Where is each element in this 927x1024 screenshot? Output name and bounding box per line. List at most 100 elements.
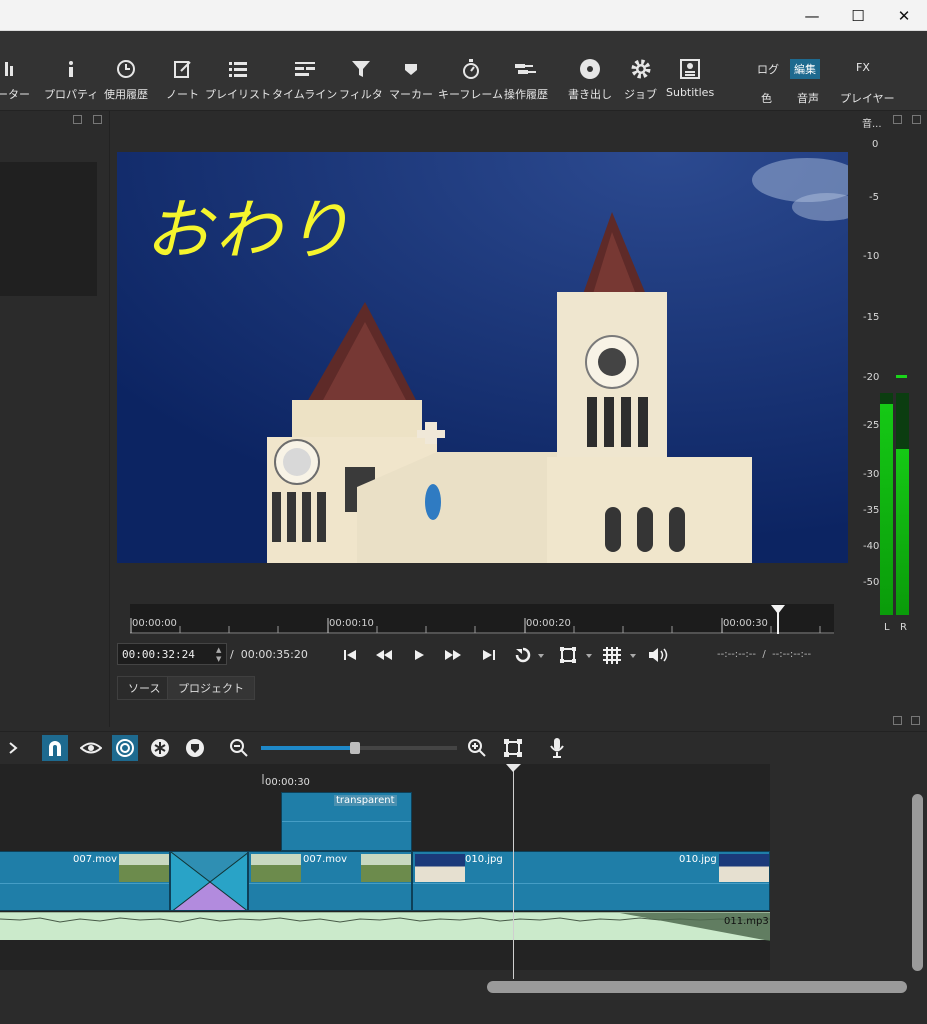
clip-label: transparent: [334, 795, 397, 806]
out-point-value: --:--:--:--: [772, 649, 812, 660]
close-icon: ✕: [897, 6, 911, 25]
skip-previous-button[interactable]: [340, 645, 360, 665]
zoom-out-button[interactable]: [226, 735, 252, 761]
layout-fx-button[interactable]: FX: [852, 59, 874, 76]
panel-float-icon[interactable]: [73, 115, 82, 124]
toolbar-history-label: 操作履歴: [504, 88, 548, 101]
panel-close-icon[interactable]: [93, 115, 102, 124]
timeline-clip[interactable]: 010.jpg 010.jpg: [412, 851, 770, 911]
volume-button[interactable]: [648, 645, 672, 665]
toolbar-markers-button[interactable]: マーカー: [389, 57, 433, 107]
scrub-button[interactable]: [78, 735, 104, 761]
play-icon: [415, 650, 424, 660]
play-button[interactable]: [409, 645, 429, 665]
grid-button[interactable]: [602, 645, 640, 665]
skip-next-button[interactable]: [479, 645, 499, 665]
layout-edit-button[interactable]: 編集: [790, 59, 820, 79]
toolbar-subtitles-button[interactable]: Subtitles: [666, 57, 714, 107]
layout-color-button[interactable]: 色: [757, 88, 776, 108]
maximize-button[interactable]: ☐: [835, 0, 881, 31]
toolbar-keyframes-button[interactable]: キーフレーム: [438, 57, 503, 107]
video-preview[interactable]: おわり: [117, 152, 848, 563]
timecode-input[interactable]: 00:00:32:24 ▲ ▼: [117, 643, 227, 665]
panel-close-icon[interactable]: [912, 115, 921, 124]
spin-up-icon[interactable]: ▲: [216, 646, 224, 654]
grid-icon: [603, 647, 636, 664]
maximize-icon: ☐: [851, 6, 865, 25]
timeline-ruler-label: 00:00:30: [265, 777, 310, 788]
tab-project[interactable]: プロジェクト: [167, 676, 255, 700]
zoom-fit-timeline-button[interactable]: [500, 735, 526, 761]
toolbar-timeline-label: タイムライン: [272, 88, 338, 101]
clip-thumbnail: [119, 854, 169, 882]
fit-icon: [504, 739, 522, 757]
zoom-slider-fill: [261, 746, 356, 750]
zoom-slider[interactable]: [261, 742, 457, 754]
transition-clip[interactable]: [170, 851, 248, 911]
snap-button[interactable]: [42, 735, 68, 761]
audio-clip[interactable]: 011.mp3: [0, 912, 770, 941]
clip-thumbnail: [361, 854, 411, 882]
clip-label: 010.jpg: [679, 854, 717, 865]
fast-forward-icon: [445, 650, 461, 660]
timeline-clip[interactable]: 007.mov: [0, 851, 170, 911]
spin-down-icon[interactable]: ▼: [216, 655, 224, 663]
markers-button[interactable]: [182, 735, 208, 761]
toolbar-recent-button[interactable]: 使用履歴: [104, 57, 148, 107]
stopwatch-icon: [459, 57, 483, 81]
timeline-icon: [293, 57, 317, 81]
meter-channel-left: L: [884, 622, 890, 633]
db-tick-label: -20: [863, 372, 880, 383]
ripple-all-button[interactable]: [147, 735, 173, 761]
minimize-button[interactable]: —: [789, 0, 835, 31]
record-audio-button[interactable]: [544, 735, 570, 761]
timeline-vertical-scrollbar[interactable]: [912, 794, 923, 971]
history-icon: [514, 57, 538, 81]
layout-audio-button[interactable]: 音声: [793, 88, 823, 108]
zoom-fit-button[interactable]: [559, 645, 595, 665]
clip-label: 011.mp3: [724, 916, 769, 927]
toolbar-jobs-label: ジョブ: [624, 88, 657, 101]
peak-indicator-right: [896, 375, 907, 378]
toolbar-notes-button[interactable]: ノート: [166, 57, 199, 107]
zoom-slider-handle[interactable]: [350, 742, 361, 754]
db-tick-label: -30: [863, 469, 880, 480]
player-time-ruler[interactable]: 00:00:00 00:00:10 00:00:20 00:00:30: [130, 604, 834, 634]
timeline-clip[interactable]: transparent: [281, 792, 412, 851]
toolbar-properties-label: プロパティ: [44, 88, 99, 101]
disc-icon: [578, 57, 602, 81]
toolbar-keyframes-label: キーフレーム: [438, 88, 504, 101]
timeline-clip[interactable]: 007.mov: [248, 851, 412, 911]
title-bar: — ☐ ✕: [0, 0, 927, 31]
toolbar-filters-button[interactable]: フィルタ: [339, 57, 383, 107]
toolbar-properties-button[interactable]: プロパティ: [44, 57, 98, 107]
timeline-more-button[interactable]: [0, 735, 26, 761]
toolbar-subtitles-label: Subtitles: [666, 86, 715, 99]
zoom-in-button[interactable]: [464, 735, 490, 761]
fast-forward-button[interactable]: [443, 645, 463, 665]
meter-bar-right: [896, 393, 909, 615]
toolbar-playlist-button[interactable]: プレイリスト: [205, 57, 271, 107]
layout-log-button[interactable]: ログ: [753, 59, 783, 79]
meter-channel-right: R: [900, 622, 907, 633]
panel-float-icon[interactable]: [893, 115, 902, 124]
rewind-icon: [376, 650, 392, 660]
layout-player-button[interactable]: プレイヤー: [836, 88, 899, 108]
tab-source[interactable]: ソース: [117, 676, 172, 700]
toolbar-meter-button[interactable]: メーター: [0, 57, 30, 107]
clip-thumbnail: [719, 854, 769, 882]
toolbar-timeline-button[interactable]: タイムライン: [272, 57, 337, 107]
close-button[interactable]: ✕: [881, 0, 927, 31]
toolbar-jobs-button[interactable]: ジョブ: [624, 57, 657, 107]
timeline-horizontal-scrollbar[interactable]: [487, 981, 907, 993]
toolbar-meter-label: メーター: [0, 88, 30, 101]
rewind-button[interactable]: [374, 645, 394, 665]
timeline-playhead[interactable]: [506, 764, 521, 979]
panel-close-icon[interactable]: [911, 716, 920, 725]
loop-button[interactable]: [514, 645, 544, 665]
ripple-button[interactable]: [112, 735, 138, 761]
ripple-icon: [116, 739, 134, 757]
panel-float-icon[interactable]: [893, 716, 902, 725]
toolbar-export-button[interactable]: 書き出し: [568, 57, 612, 107]
toolbar-history-button[interactable]: 操作履歴: [504, 57, 548, 107]
